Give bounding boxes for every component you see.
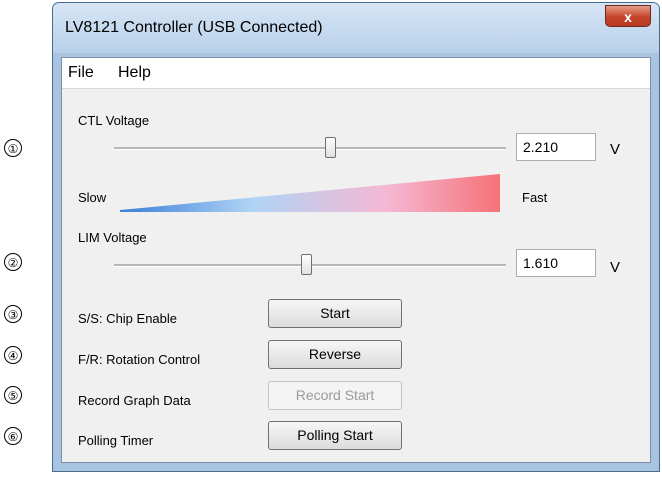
polling-start-button[interactable]: Polling Start <box>268 421 402 450</box>
ctl-voltage-input[interactable]: 2.210 <box>516 133 596 161</box>
polling-timer-label: Polling Timer <box>78 433 154 448</box>
speed-gradient-bar <box>120 174 500 212</box>
callout-record-graph: ⑤ <box>4 386 22 404</box>
title-bar[interactable]: LV8121 Controller (USB Connected) x <box>53 3 659 53</box>
callout-ctl-voltage: ① <box>4 139 22 157</box>
rotation-control-label: F/R: Rotation Control <box>78 352 201 367</box>
ctl-slider-track <box>114 147 506 150</box>
menu-help[interactable]: Help <box>118 64 151 82</box>
callout-lim-voltage: ② <box>4 253 22 271</box>
slow-label: Slow <box>78 190 107 205</box>
record-graph-label: Record Graph Data <box>78 393 191 408</box>
lim-slider-thumb[interactable] <box>301 254 313 275</box>
menu-bar: File Help <box>62 58 650 89</box>
ctl-voltage-unit: V <box>610 141 621 158</box>
window-title: LV8121 Controller (USB Connected) <box>65 19 323 36</box>
control-panel: CTL Voltage 2.210 V Slow Fast LIM Voltag… <box>62 89 650 462</box>
menu-file[interactable]: File <box>68 64 94 82</box>
record-start-button[interactable]: Record Start <box>268 381 402 410</box>
fast-label: Fast <box>522 190 548 205</box>
ctl-slider-thumb[interactable] <box>324 137 336 158</box>
start-button[interactable]: Start <box>268 299 402 328</box>
callout-rotation-control: ④ <box>4 346 22 364</box>
client-area: File Help CTL Voltage 2.210 V Slow Fast … <box>61 57 651 463</box>
lim-voltage-input[interactable]: 1.610 <box>516 249 596 277</box>
callout-chip-enable: ③ <box>4 305 22 323</box>
lim-voltage-label: LIM Voltage <box>78 230 147 245</box>
lim-voltage-unit: V <box>610 259 621 276</box>
ctl-voltage-label: CTL Voltage <box>78 113 150 128</box>
reverse-button[interactable]: Reverse <box>268 340 402 369</box>
app-window: LV8121 Controller (USB Connected) x File… <box>52 2 660 472</box>
callout-polling-timer: ⑥ <box>4 427 22 445</box>
close-button[interactable]: x <box>605 5 651 27</box>
chip-enable-label: S/S: Chip Enable <box>78 311 178 326</box>
